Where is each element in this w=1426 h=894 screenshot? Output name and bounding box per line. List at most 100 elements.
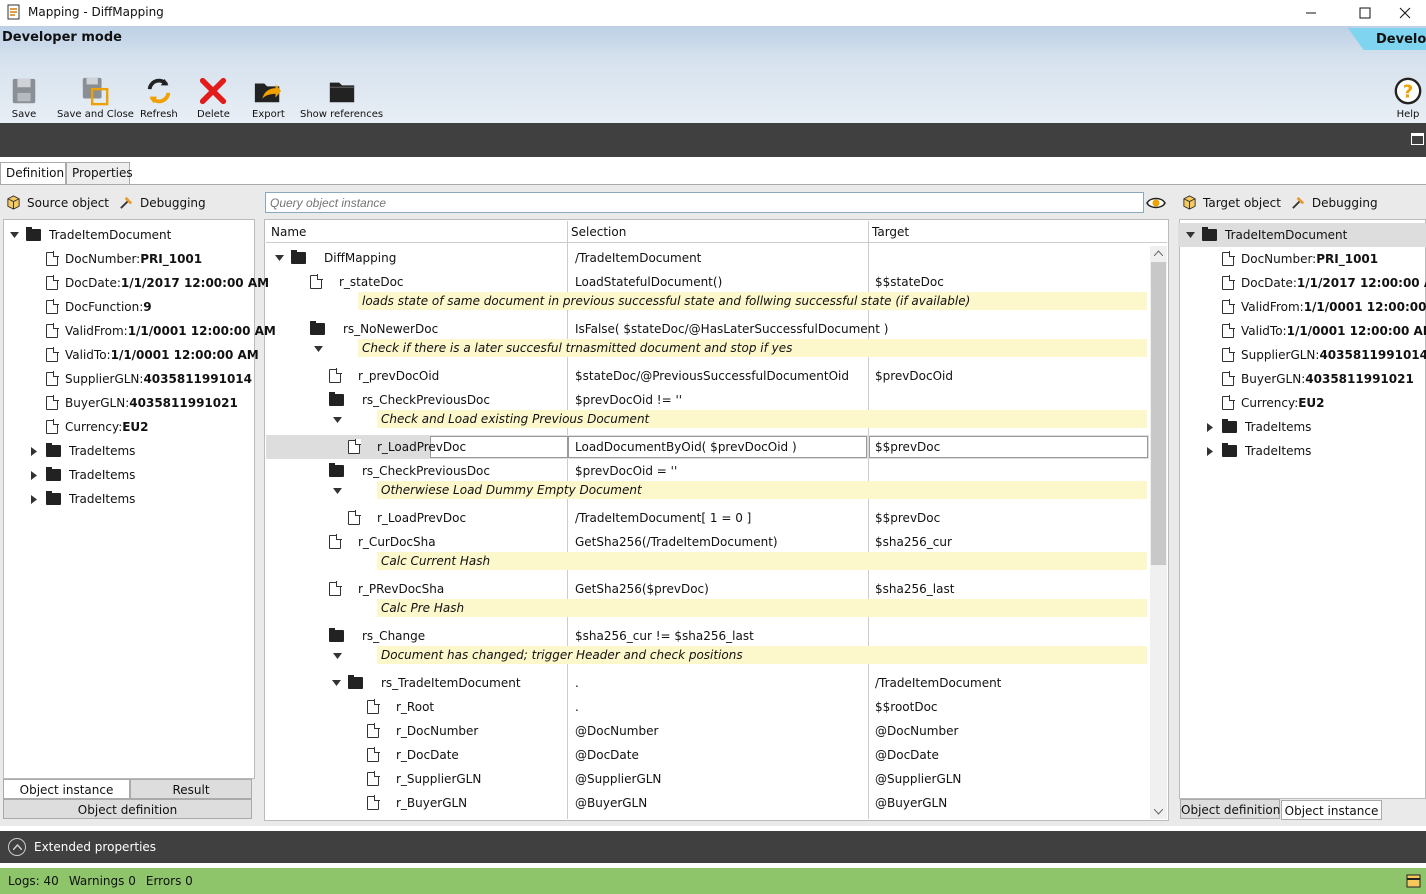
tree-node[interactable]: SupplierGLN: 4035811991014 bbox=[1204, 343, 1426, 367]
save-and-close-label: Save and Close bbox=[57, 109, 134, 120]
tree-node[interactable]: ValidTo: 1/1/0001 12:00:00 AM bbox=[28, 343, 259, 367]
tree-node[interactable]: DocNumber: PRI_1001 bbox=[1204, 247, 1378, 271]
mapping-row[interactable]: r_DocNumber @DocNumber @DocNumber bbox=[266, 719, 1149, 743]
mapping-row[interactable]: r_PRevDocSha GetSha256($prevDoc) $sha256_l… bbox=[266, 577, 1149, 601]
scroll-down-icon[interactable] bbox=[1154, 809, 1163, 815]
mapping-row[interactable]: r_Root. $$rootDoc bbox=[266, 695, 1149, 719]
tree-node[interactable]: TradeItems bbox=[1204, 415, 1311, 439]
refresh-button[interactable]: Refresh bbox=[140, 76, 178, 120]
tree-node[interactable]: ValidTo: 1/1/0001 12:00:00 AM bbox=[1204, 319, 1426, 343]
scroll-up-icon[interactable] bbox=[1154, 250, 1163, 256]
tree-node[interactable]: DocDate: 1/1/2017 12:00:00 AM bbox=[28, 271, 269, 295]
query-object-instance-input[interactable] bbox=[265, 192, 1144, 213]
tree-node[interactable]: ValidFrom: 1/1/0001 12:00:00 AM bbox=[1204, 295, 1426, 319]
expand-down-icon[interactable] bbox=[312, 343, 324, 355]
logs-count[interactable]: Logs: 40 bbox=[8, 874, 59, 888]
eye-icon[interactable] bbox=[1146, 195, 1166, 211]
show-references-button[interactable]: Show references bbox=[300, 76, 383, 120]
tab-properties[interactable]: Properties bbox=[66, 162, 133, 184]
tree-node[interactable]: TradeItems bbox=[1204, 439, 1311, 463]
tree-node-label: ValidFrom: bbox=[65, 324, 128, 338]
tree-node[interactable]: TradeItemDocument bbox=[8, 223, 171, 247]
mapping-row[interactable]: r_prevDocOid $stateDoc/@PreviousSuccessfu… bbox=[266, 364, 1149, 388]
source-debugging-button[interactable]: Debugging bbox=[140, 196, 206, 210]
mapping-row[interactable]: rs_CheckPreviousDoc $prevDocOid != '' bbox=[266, 388, 1149, 412]
tree-node[interactable]: TradeItems bbox=[28, 439, 135, 463]
tree-node[interactable]: ValidFrom: 1/1/0001 12:00:00 AM bbox=[28, 319, 276, 343]
mapping-row[interactable]: r_LoadPrevDoc LoadDocumentByOid( $prevDoc… bbox=[266, 435, 1149, 459]
maximize-button[interactable] bbox=[1342, 0, 1388, 26]
expand-right-icon[interactable] bbox=[1204, 445, 1216, 457]
tree-node[interactable]: SupplierGLN: 4035811991014 bbox=[28, 367, 252, 391]
expand-right-icon[interactable] bbox=[1204, 421, 1216, 433]
errors-count[interactable]: Errors 0 bbox=[146, 874, 193, 888]
mapping-row[interactable]: r_SupplierGLN @SupplierGLN @SupplierGLN bbox=[266, 767, 1149, 791]
target-debugging-button[interactable]: Debugging bbox=[1312, 196, 1378, 210]
expand-right-icon[interactable] bbox=[28, 445, 40, 457]
column-selection[interactable]: Selection bbox=[571, 225, 626, 239]
help-button[interactable]: ? Help bbox=[1392, 76, 1424, 120]
mapping-row[interactable]: rs_NoNewerDoc IsFalse( $stateDoc/@HasLate… bbox=[266, 317, 1149, 341]
mapping-row[interactable]: r_BuyerGLN @BuyerGLN @BuyerGLN bbox=[266, 791, 1149, 815]
mapping-row[interactable]: rs_Change $sha256_cur != $sha256_last bbox=[266, 624, 1149, 648]
scroll-thumb[interactable] bbox=[1151, 262, 1166, 565]
tree-node[interactable]: TradeItemDocument bbox=[1178, 223, 1426, 247]
column-target[interactable]: Target bbox=[872, 225, 909, 239]
expand-down-icon[interactable] bbox=[8, 229, 20, 241]
row-comment: Otherwiese Load Dummy Empty Document bbox=[377, 481, 1147, 499]
tab-object-instance[interactable]: Object instance bbox=[3, 779, 130, 799]
tab-object-instance[interactable]: Object instance bbox=[1281, 800, 1382, 820]
tab-object-definition[interactable]: Object definition bbox=[1180, 799, 1280, 819]
ribbon: Developer mode Develop Save Save and Clo… bbox=[0, 26, 1426, 123]
tree-node[interactable]: BuyerGLN: 4035811991021 bbox=[28, 391, 238, 415]
extended-properties-bar[interactable]: Extended properties bbox=[0, 831, 1426, 863]
mapping-row[interactable]: r_DocDate @DocDate @DocDate bbox=[266, 743, 1149, 767]
log-panel-icon[interactable] bbox=[1406, 874, 1421, 888]
minimize-button[interactable] bbox=[1288, 0, 1334, 26]
save-button[interactable]: Save bbox=[8, 76, 40, 120]
tree-node-label: ValidFrom: bbox=[1241, 300, 1304, 314]
tree-node[interactable]: Currency: EU2 bbox=[28, 415, 149, 439]
tree-node[interactable]: TradeItems bbox=[28, 463, 135, 487]
expand-down-icon[interactable] bbox=[331, 414, 343, 426]
expand-down-icon[interactable] bbox=[331, 650, 343, 662]
tree-node[interactable]: DocDate: 1/1/2017 12:00:00 AM bbox=[1204, 271, 1426, 295]
document-icon bbox=[367, 795, 380, 810]
tree-node[interactable]: BuyerGLN: 4035811991021 bbox=[1204, 367, 1414, 391]
tab-result[interactable]: Result bbox=[130, 779, 252, 799]
mapping-row[interactable]: r_LoadPrevDoc/TradeItemDocument[ 1 = 0 ]… bbox=[266, 506, 1149, 530]
tree-node[interactable]: DocNumber: PRI_1001 bbox=[28, 247, 202, 271]
mapping-row[interactable]: rs_TradeItemDocument. /TradeItemDocument bbox=[266, 671, 1149, 695]
restore-panel-icon[interactable] bbox=[1411, 133, 1424, 145]
expand-down-icon[interactable] bbox=[330, 677, 342, 689]
tree-node[interactable]: TradeItems bbox=[28, 487, 135, 511]
expand-down-icon[interactable] bbox=[331, 485, 343, 497]
delete-button[interactable]: Delete bbox=[197, 76, 230, 120]
mapping-row[interactable]: r_CurDocSha GetSha256(/TradeItemDocument)… bbox=[266, 530, 1149, 554]
grid-scrollbar[interactable] bbox=[1150, 246, 1167, 819]
tree-node[interactable]: DocFunction: 9 bbox=[28, 295, 152, 319]
save-and-close-button[interactable]: Save and Close bbox=[57, 76, 134, 120]
mapping-row[interactable]: r_stateDoc LoadStatefulDocument() $$stateD… bbox=[266, 270, 1149, 294]
column-name[interactable]: Name bbox=[271, 225, 306, 239]
warnings-count[interactable]: Warnings 0 bbox=[69, 874, 136, 888]
help-icon: ? bbox=[1394, 77, 1422, 105]
document-icon bbox=[310, 274, 323, 289]
mapping-row[interactable]: DiffMapping/TradeItemDocument bbox=[266, 246, 1149, 270]
expand-right-icon[interactable] bbox=[28, 469, 40, 481]
expand-right-icon[interactable] bbox=[28, 493, 40, 505]
tab-object-definition[interactable]: Object definition bbox=[3, 799, 252, 819]
export-button[interactable]: Export bbox=[252, 76, 285, 120]
folder-icon bbox=[1202, 227, 1217, 241]
tree-node-label: Currency: bbox=[65, 420, 123, 434]
close-button[interactable] bbox=[1384, 0, 1426, 26]
tab-definition[interactable]: Definition bbox=[0, 162, 66, 185]
mapping-row[interactable]: rs_CheckPreviousDoc $prevDocOid = '' bbox=[266, 459, 1149, 483]
expand-down-icon[interactable] bbox=[273, 252, 285, 264]
tree-node[interactable]: Currency: EU2 bbox=[1204, 391, 1325, 415]
expand-down-icon[interactable] bbox=[1184, 229, 1196, 241]
